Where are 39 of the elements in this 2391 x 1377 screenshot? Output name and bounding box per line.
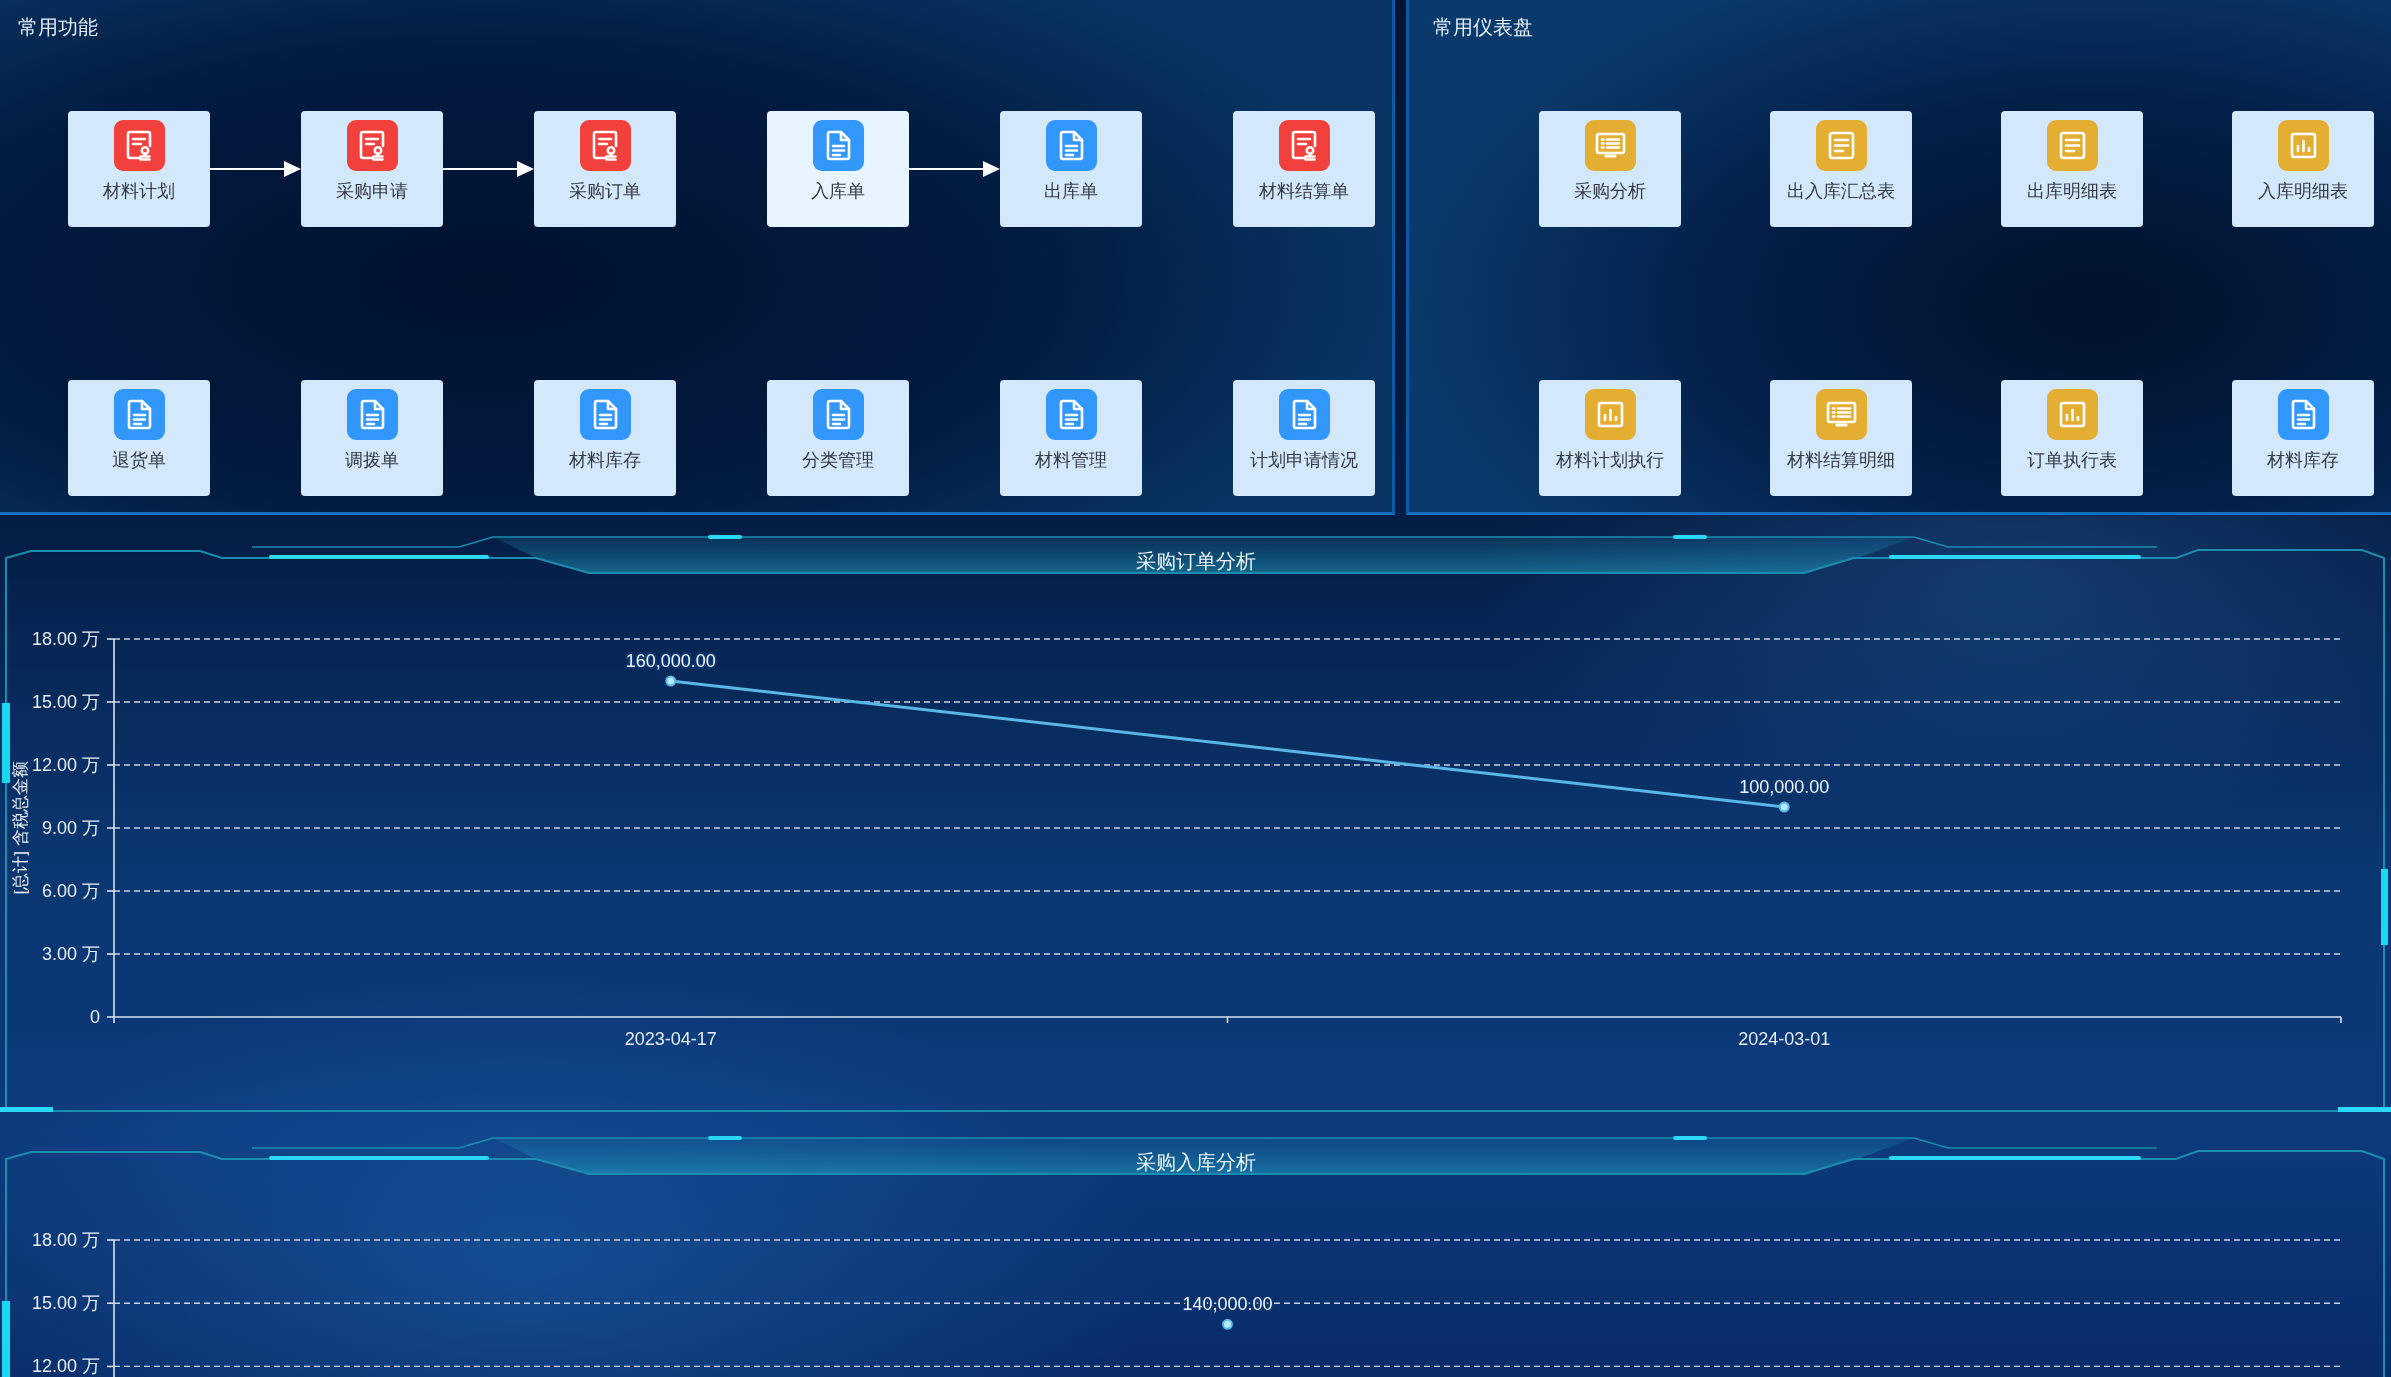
shortcut-tile[interactable]: 出库单 [1000,111,1142,227]
shortcut-tile[interactable]: 材料计划执行 [1539,380,1681,496]
x-axis-label: 2023-04-17 [624,1029,717,1049]
y-axis-title: [总计] 含税总金额 [10,761,30,895]
shortcut-tile[interactable]: 出入库汇总表 [1770,111,1912,227]
shortcut-tile[interactable]: 采购申请 [301,111,443,227]
y-axis-label: 18.00 万 [31,629,100,649]
shortcut-tile[interactable]: 调拨单 [301,380,443,496]
shortcut-tile[interactable]: 材料库存 [2232,380,2374,496]
shortcut-tile[interactable]: 材料管理 [1000,380,1142,496]
shortcut-tile[interactable]: 计划申请情况 [1233,380,1375,496]
y-axis-label: 18.00 万 [31,1230,100,1250]
shortcut-tile[interactable]: 订单执行表 [2001,380,2143,496]
x-axis-label: 2024-03-01 [1738,1029,1831,1049]
shortcut-tile[interactable]: 材料结算单 [1233,111,1375,227]
y-axis-label: 6.00 万 [41,881,100,901]
shortcut-tile[interactable]: 采购分析 [1539,111,1681,227]
y-axis-label: 9.00 万 [41,818,100,838]
shortcut-tile[interactable]: 入库明细表 [2232,111,2374,227]
y-axis-label: 15.00 万 [31,1293,100,1314]
shortcut-tile[interactable]: 材料计划 [68,111,210,227]
shortcut-tile[interactable]: 材料结算明细 [1770,380,1912,496]
y-axis-label: 15.00 万 [31,692,100,712]
data-label: 100,000.00 [1739,777,1830,797]
y-axis-label: 12.00 万 [31,755,100,775]
chart-title: 采购订单分析 [1135,549,1256,573]
y-axis-label: 12.00 万 [31,1356,100,1377]
shortcut-tile[interactable]: 采购订单 [534,111,676,227]
data-label: 160,000.00 [625,651,716,671]
y-axis-label: 3.00 万 [41,944,100,964]
shortcut-tile[interactable]: 入库单 [767,111,909,227]
shortcut-tile[interactable]: 材料库存 [534,380,676,496]
y-axis-label: 0 [90,1007,100,1027]
panel-title: 常用仪表盘 [1433,14,1533,40]
shortcut-tile[interactable]: 出库明细表 [2001,111,2143,227]
chart-title: 采购入库分析 [1135,1150,1256,1174]
shortcut-tile[interactable]: 退货单 [68,380,210,496]
panel-title: 常用功能 [18,14,98,40]
shortcut-tile[interactable]: 分类管理 [767,380,909,496]
